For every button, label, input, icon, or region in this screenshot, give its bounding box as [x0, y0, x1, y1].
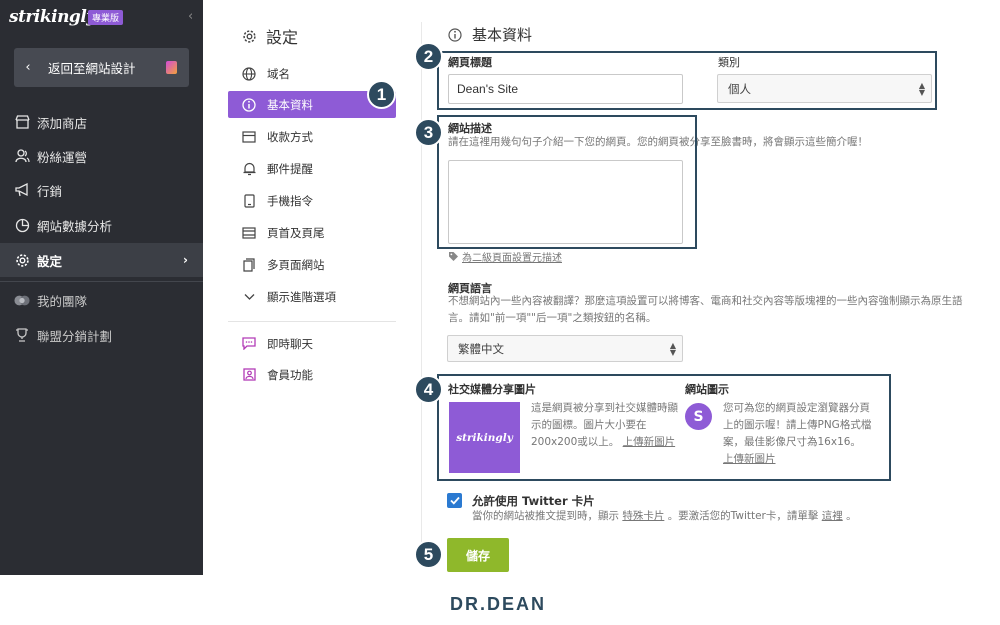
menu-divider-vertical	[421, 22, 422, 542]
menu-item-label: 顯示進階選項	[267, 289, 336, 304]
annotation-badge-2: 2	[414, 42, 443, 71]
sidebar-item-team[interactable]: 我的團隊	[0, 283, 203, 317]
payment-icon	[242, 130, 256, 144]
member-icon	[242, 368, 256, 382]
sidebar-item-settings[interactable]: 設定 ›	[0, 243, 203, 277]
seo-description-link-text: 為二級頁面設置元描述	[462, 253, 562, 264]
menu-item-label: 頁首及頁尾	[267, 225, 325, 240]
annotation-badge-3: 3	[414, 118, 443, 147]
menu-item-header-footer[interactable]: 頁首及頁尾	[228, 219, 396, 246]
collapse-sidebar-icon[interactable]: ‹	[188, 9, 193, 24]
menu-item-payment[interactable]: 收款方式	[228, 123, 396, 150]
sidebar-item-label: 粉絲運營	[37, 149, 88, 165]
sidebar-item-marketing[interactable]: 行銷	[0, 173, 203, 207]
twitter-here-link[interactable]: 這裡	[822, 510, 843, 522]
select-caret-icon: ▲ ▼	[669, 340, 676, 357]
language-select-value: 繁體中文	[458, 341, 504, 356]
checkmark-icon	[449, 496, 460, 505]
dr-dean-watermark: DR.DEAN	[450, 594, 547, 614]
menu-item-email-alerts[interactable]: 郵件提醒	[228, 155, 396, 182]
menu-item-label: 收款方式	[267, 129, 313, 144]
language-help: 不想網站內一些內容被翻譯？那麼這項設置可以將博客、電商和社交內容等版塊裡的一些內…	[448, 295, 963, 324]
chevron-left-icon: ‹	[25, 60, 31, 75]
bell-icon	[242, 162, 256, 176]
sidebar-item-label: 行銷	[37, 183, 63, 199]
menu-item-membership[interactable]: 會員功能	[228, 361, 396, 388]
sidebar-item-store[interactable]: 添加商店	[0, 105, 203, 139]
sidebar-item-affiliate[interactable]: 聯盟分銷計劃	[0, 318, 203, 352]
menu-item-label: 手機指令	[267, 193, 313, 208]
pages-icon	[242, 257, 256, 272]
sidebar-item-label: 聯盟分銷計劃	[37, 328, 113, 344]
twitter-help-text: 。要激活您的Twitter卡，請單擊	[667, 510, 819, 522]
menu-item-label: 即時聊天	[267, 336, 313, 351]
settings-title-text: 設定	[266, 28, 299, 47]
twitter-help-text: 。	[846, 510, 857, 522]
page-title-text: 基本資料	[472, 26, 533, 44]
menu-item-label: 郵件提醒	[267, 161, 313, 176]
sidebar-item-label: 網站數據分析	[37, 218, 113, 234]
sidebar-item-fans[interactable]: 粉絲運營	[0, 139, 203, 173]
highlight-box-description	[437, 115, 697, 249]
menu-item-label: 基本資料	[267, 97, 313, 112]
menu-divider	[228, 321, 396, 322]
info-icon	[242, 97, 256, 112]
menu-item-mobile[interactable]: 手機指令	[228, 187, 396, 214]
megaphone-icon	[14, 182, 30, 198]
page-title: 基本資料	[448, 24, 532, 45]
trophy-icon	[14, 327, 30, 343]
twitter-card-label: 允許使用 Twitter 卡片	[472, 494, 595, 508]
language-select[interactable]: 繁體中文 ▲ ▼	[447, 335, 683, 362]
settings-title: 設定	[242, 24, 298, 48]
pie-chart-icon	[14, 217, 30, 233]
seo-description-link[interactable]: 為二級頁面設置元描述	[448, 249, 562, 264]
save-button[interactable]: 儲存	[447, 538, 509, 572]
annotation-badge-4: 4	[414, 375, 443, 404]
gear-icon	[14, 252, 30, 268]
menu-item-advanced-options[interactable]: 顯示進階選項	[228, 283, 396, 310]
sidebar-item-label: 設定	[37, 253, 63, 269]
sidebar-item-analytics[interactable]: 網站數據分析	[0, 208, 203, 242]
strikingly-logo[interactable]: strikingly	[9, 7, 96, 27]
menu-item-live-chat[interactable]: 即時聊天	[228, 330, 396, 357]
app-sidebar: strikingly 專業版 ‹ ‹ 返回至網站設計 添加商店 粉絲運營 行銷 …	[0, 0, 203, 575]
info-icon	[448, 27, 462, 42]
menu-item-label: 多頁面網站	[267, 257, 325, 272]
menu-item-multipage[interactable]: 多頁面網站	[228, 251, 396, 278]
annotation-badge-5: 5	[414, 540, 443, 569]
site-page-icon	[166, 61, 177, 74]
back-to-editor-button[interactable]: ‹ 返回至網站設計	[14, 48, 189, 87]
twitter-card-help: 當你的網站被推文提到時，顯示 特殊卡片 。要激活您的Twitter卡，請單擊 這…	[472, 508, 857, 525]
store-icon	[14, 114, 30, 130]
chevron-down-icon	[242, 290, 256, 304]
twitter-help-text: 當你的網站被推文提到時，顯示	[472, 510, 619, 522]
mobile-icon	[242, 193, 256, 208]
twitter-card-checkbox[interactable]	[447, 493, 462, 508]
back-to-editor-label: 返回至網站設計	[48, 61, 136, 76]
menu-item-label: 域名	[267, 66, 290, 81]
sidebar-item-label: 添加商店	[37, 115, 88, 131]
team-icon	[14, 292, 30, 308]
chat-icon	[242, 337, 256, 351]
gear-icon	[242, 29, 257, 44]
sidebar-divider	[0, 281, 203, 282]
special-card-link[interactable]: 特殊卡片	[622, 510, 664, 522]
globe-icon	[242, 66, 256, 81]
highlight-box-title-category	[437, 51, 937, 110]
pro-plan-badge: 專業版	[88, 10, 124, 25]
annotation-badge-1: 1	[367, 80, 396, 109]
highlight-box-images	[437, 374, 891, 481]
layout-icon	[242, 226, 256, 240]
menu-item-label: 會員功能	[267, 367, 313, 382]
tag-icon	[448, 251, 459, 262]
sidebar-item-label: 我的團隊	[37, 293, 88, 309]
users-icon	[14, 148, 30, 164]
chevron-right-icon: ›	[183, 253, 188, 267]
